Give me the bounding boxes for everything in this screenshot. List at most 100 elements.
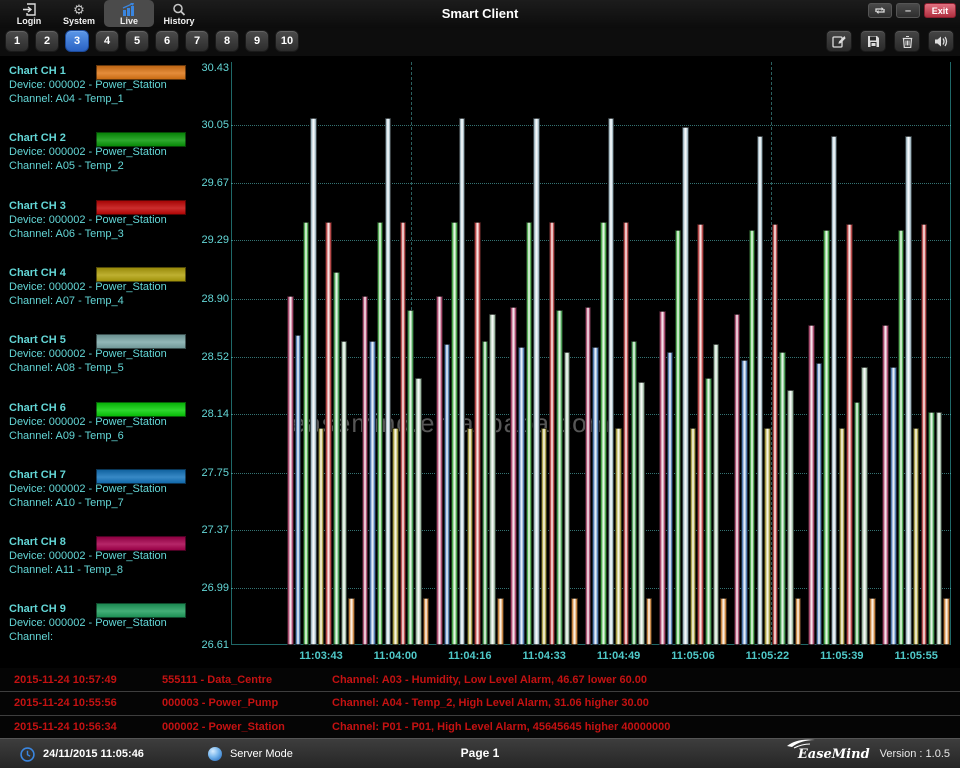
- tab-page-2[interactable]: 2: [35, 30, 59, 52]
- bar-ch5: [682, 127, 689, 645]
- tab-row: 123456789 10: [0, 28, 960, 56]
- channel-name-label: Channel: A06 - Temp_3: [9, 228, 124, 240]
- channel-block-3[interactable]: Chart CH 3Device: 000002 - Power_Station…: [0, 200, 195, 246]
- bar-group-11:05:22: [734, 56, 802, 645]
- y-axis-tick-label: 28.90: [195, 293, 229, 305]
- y-axis-tick-label: 29.67: [195, 177, 229, 189]
- bar-ch5: [533, 118, 540, 645]
- bar-ch4: [839, 428, 846, 646]
- bar-ch4: [615, 428, 622, 646]
- alarm-message: Channel: A03 - Humidity, Low Level Alarm…: [332, 674, 960, 686]
- x-axis-tick-label: 11:03:43: [285, 650, 357, 662]
- bar-ch1: [646, 598, 653, 645]
- tab-page-6[interactable]: 6: [155, 30, 179, 52]
- bar-ch8: [882, 325, 889, 645]
- smart-client-window: Login ⚙ System Live History Smart Client: [0, 0, 960, 768]
- bar-ch5: [905, 136, 912, 645]
- channel-color-swatch: [96, 132, 186, 147]
- bar-ch6: [556, 310, 563, 645]
- channel-block-6[interactable]: Chart CH 6Device: 000002 - Power_Station…: [0, 402, 195, 448]
- tab-page-4[interactable]: 4: [95, 30, 119, 52]
- alarm-list: 2015-11-24 10:57:49555111 - Data_CentreC…: [0, 668, 960, 738]
- bar-ch2: [451, 222, 458, 645]
- bar-group-11:03:43: [287, 56, 355, 645]
- channel-device-label: Device: 000002 - Power_Station: [9, 79, 167, 91]
- bar-ch8: [510, 307, 517, 645]
- channel-block-8[interactable]: Chart CH 8Device: 000002 - Power_Station…: [0, 536, 195, 582]
- bar-ch6: [779, 352, 786, 645]
- exit-button[interactable]: Exit: [924, 3, 956, 18]
- channel-device-label: Device: 000002 - Power_Station: [9, 281, 167, 293]
- channel-name-label: Channel:: [9, 631, 53, 643]
- bar-ch7: [741, 360, 748, 645]
- bar-ch7: [444, 344, 451, 645]
- tab-page-9[interactable]: 9: [245, 30, 269, 52]
- bar-ch4: [541, 428, 548, 646]
- bar-ch5: [608, 118, 615, 645]
- alarm-row[interactable]: 2015-11-24 10:56:34000002 - Power_Statio…: [0, 715, 960, 738]
- channel-legend-sidebar: Chart CH 1 Device: 000002 - Power_Station…: [0, 56, 195, 668]
- channel-name-label: Channel: A04 - Temp_1: [9, 93, 124, 105]
- edit-button[interactable]: [826, 30, 852, 52]
- bar-ch7: [667, 352, 674, 645]
- page-title: Smart Client: [0, 6, 960, 21]
- sound-button[interactable]: [928, 30, 954, 52]
- channel-title: Chart CH 2: [9, 132, 66, 144]
- bar-ch3: [400, 222, 407, 645]
- x-axis-tick-label: 11:04:16: [434, 650, 506, 662]
- channel-color-swatch: [96, 469, 186, 484]
- channel-block-9[interactable]: Chart CH 9Device: 000002 - Power_Station…: [0, 603, 195, 649]
- bar-ch1: [720, 598, 727, 645]
- channel-title: Chart CH 6: [9, 402, 66, 414]
- channel-name-label: Channel: A05 - Temp_2: [9, 160, 124, 172]
- alarm-row[interactable]: 2015-11-24 10:55:56000003 - Power_PumpCh…: [0, 691, 960, 714]
- bar-ch9: [787, 390, 794, 645]
- bar-ch8: [734, 314, 741, 645]
- alarm-device: 000002 - Power_Station: [162, 721, 332, 733]
- channel-device-label: Device: 000002 - Power_Station: [9, 214, 167, 226]
- bar-ch1: [943, 598, 950, 645]
- channel-title: Chart CH 9: [9, 603, 66, 615]
- channel-block-2[interactable]: Chart CH 2Device: 000002 - Power_Station…: [0, 132, 195, 178]
- bar-ch1: [497, 598, 504, 645]
- tab-page-10[interactable]: 10: [275, 30, 299, 52]
- bar-ch5: [310, 118, 317, 645]
- tab-page-1[interactable]: 1: [5, 30, 29, 52]
- bar-ch4: [318, 428, 325, 646]
- bar-ch5: [831, 136, 838, 645]
- bar-group-11:05:39: [808, 56, 876, 645]
- bar-ch3: [549, 222, 556, 645]
- bar-ch8: [585, 307, 592, 645]
- bar-ch2: [823, 230, 830, 645]
- tab-page-8[interactable]: 8: [215, 30, 239, 52]
- channel-name-label: Channel: A11 - Temp_8: [9, 564, 123, 576]
- channel-title: Chart CH 1: [9, 65, 66, 77]
- x-axis-tick-label: 11:04:49: [583, 650, 655, 662]
- bar-ch8: [287, 296, 294, 645]
- tab-page-5[interactable]: 5: [125, 30, 149, 52]
- alarm-time: 2015-11-24 10:56:34: [14, 721, 162, 733]
- minimize-button[interactable]: –: [896, 3, 920, 18]
- y-axis-tick-label: 30.43: [195, 62, 229, 74]
- bar-ch8: [659, 311, 666, 645]
- bar-ch9: [638, 382, 645, 645]
- refresh-button[interactable]: [868, 3, 892, 18]
- channel-block-5[interactable]: Chart CH 5Device: 000002 - Power_Station…: [0, 334, 195, 380]
- delete-button[interactable]: [894, 30, 920, 52]
- bar-ch3: [772, 224, 779, 645]
- tab-page-7[interactable]: 7: [185, 30, 209, 52]
- tab-page-3[interactable]: 3: [65, 30, 89, 52]
- bar-ch8: [362, 296, 369, 645]
- channel-block-1[interactable]: Chart CH 1 Device: 000002 - Power_Station…: [0, 65, 195, 111]
- alarm-row[interactable]: 2015-11-24 10:57:49555111 - Data_CentreC…: [0, 668, 960, 691]
- x-axis-tick-label: 11:05:39: [806, 650, 878, 662]
- x-axis-tick-label: 11:04:33: [508, 650, 580, 662]
- bar-ch3: [697, 224, 704, 645]
- y-axis-tick-label: 28.52: [195, 351, 229, 363]
- save-button[interactable]: [860, 30, 886, 52]
- channel-block-7[interactable]: Chart CH 7Device: 000002 - Power_Station…: [0, 469, 195, 515]
- channel-block-4[interactable]: Chart CH 4Device: 000002 - Power_Station…: [0, 267, 195, 313]
- x-axis-tick-label: 11:05:22: [731, 650, 803, 662]
- bar-ch4: [467, 428, 474, 646]
- status-bar: 24/11/2015 11:05:46 Server Mode Page 1 E…: [0, 738, 960, 768]
